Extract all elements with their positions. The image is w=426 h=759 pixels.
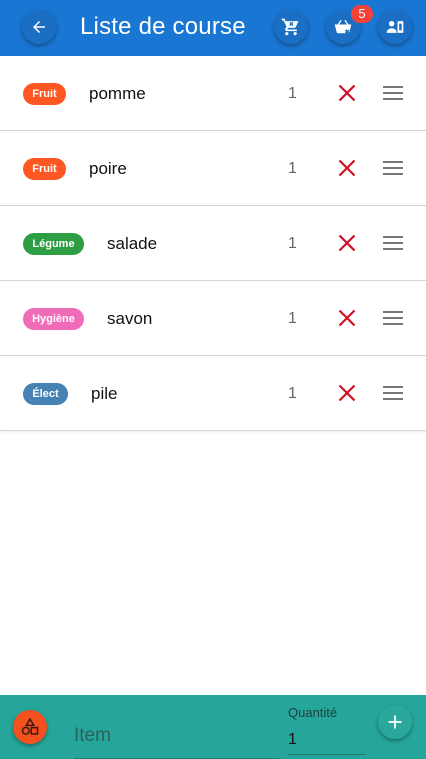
basket-count-badge: 5 (351, 5, 373, 23)
list-item[interactable]: Fruit poire 1 (0, 131, 426, 206)
delete-icon[interactable] (338, 84, 356, 102)
category-picker-button[interactable] (13, 710, 47, 744)
account-box-icon (386, 20, 404, 33)
item-name: salade (107, 234, 158, 253)
drag-handle-icon[interactable] (383, 385, 403, 401)
list-item[interactable]: Élect pile 1 (0, 356, 426, 431)
item-quantity: 1 (288, 385, 297, 402)
page-title: Liste de course (80, 13, 246, 40)
delete-icon[interactable] (338, 159, 356, 177)
basket-remove-icon (334, 19, 352, 34)
drag-handle-icon[interactable] (383, 235, 403, 251)
delete-icon[interactable] (338, 384, 356, 402)
category-chip[interactable]: Légume (23, 233, 84, 255)
add-item-button[interactable] (378, 705, 412, 739)
delete-icon[interactable] (338, 309, 356, 327)
item-quantity: 1 (288, 160, 297, 177)
add-item-bar: Quantité (0, 695, 426, 759)
item-input[interactable] (74, 713, 279, 759)
drag-handle-icon[interactable] (383, 310, 403, 326)
shopping-list: Fruit pomme 1 Fruit poire 1 Légume salad… (0, 56, 426, 431)
category-chip[interactable]: Fruit (23, 83, 66, 105)
back-button[interactable] (22, 10, 56, 44)
category-chip[interactable]: Hygiène (23, 308, 84, 330)
cart-remove-icon (281, 18, 299, 36)
quantity-input[interactable] (288, 725, 366, 755)
account-button[interactable] (378, 10, 412, 44)
shapes-icon (21, 717, 39, 735)
item-name: poire (89, 159, 127, 178)
clear-cart-button[interactable] (274, 10, 308, 44)
drag-handle-icon[interactable] (383, 85, 403, 101)
arrow-left-icon (33, 21, 45, 33)
item-name: pile (91, 384, 118, 403)
list-item[interactable]: Fruit pomme 1 (0, 56, 426, 131)
category-chip[interactable]: Élect (23, 383, 68, 405)
item-quantity: 1 (288, 235, 297, 252)
item-quantity: 1 (288, 85, 297, 102)
list-item[interactable]: Hygiène savon 1 (0, 281, 426, 356)
drag-handle-icon[interactable] (383, 160, 403, 176)
category-chip[interactable]: Fruit (23, 158, 66, 180)
plus-icon (388, 715, 402, 729)
item-name: pomme (89, 84, 146, 103)
delete-icon[interactable] (338, 234, 356, 252)
app-header: Liste de course 5 (0, 0, 426, 56)
item-name: savon (107, 309, 153, 328)
item-quantity: 1 (288, 310, 297, 327)
quantity-label: Quantité (288, 705, 338, 720)
list-item[interactable]: Légume salade 1 (0, 206, 426, 281)
